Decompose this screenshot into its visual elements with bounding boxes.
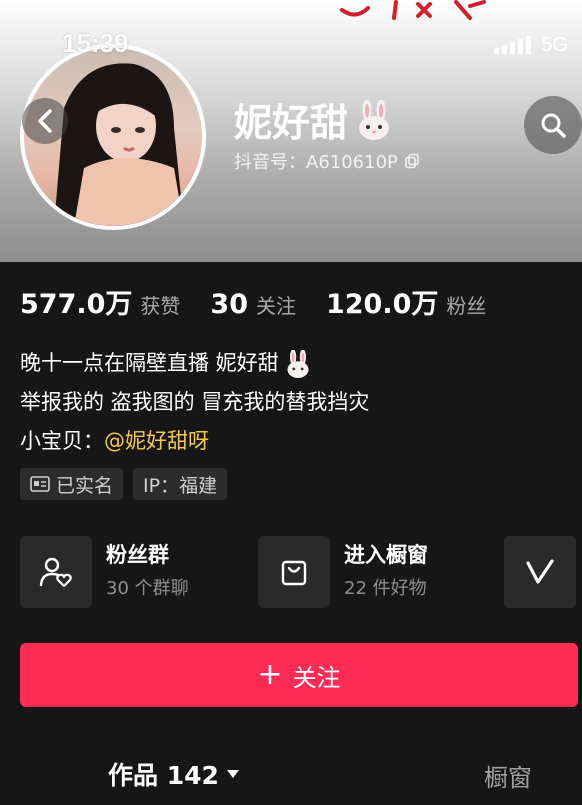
followers-count[interactable]: 120.0万: [326, 282, 438, 321]
fan-group-text: 粉丝群 30 个群聊: [106, 540, 189, 604]
fan-group-icon-box: [20, 536, 92, 608]
chevron-left-icon: [38, 109, 52, 133]
bio-line-2: 举报我的 盗我图的 冒充我的替我挡灾: [20, 390, 370, 414]
caret-down-icon: [226, 770, 239, 778]
status-indicators: 5G: [494, 34, 568, 56]
bio-line-1: 晚十一点在隔壁直播 妮好甜: [20, 344, 369, 383]
following-count[interactable]: 30: [210, 289, 248, 320]
bio-line-1-text: 晚十一点在隔壁直播 妮好甜: [20, 351, 279, 375]
verified-tag: 已实名: [20, 468, 124, 500]
verified-v-card[interactable]: [504, 536, 576, 608]
fan-group-subtitle: 30 个群聊: [106, 578, 189, 599]
douyin-id-text: 抖音号：A610610P: [234, 152, 398, 173]
profile-nickname: 妮好甜: [234, 92, 392, 147]
mention-link[interactable]: @妮好甜呀: [104, 422, 209, 461]
shop-window-card[interactable]: 进入橱窗 22 件好物: [258, 536, 428, 608]
profile-tags: 已实名 IP：福建: [20, 468, 228, 500]
signal-icon: [494, 36, 532, 54]
likes-label: 获赞: [140, 294, 181, 318]
shop-subtitle: 22 件好物: [344, 578, 427, 599]
search-icon: [541, 113, 566, 138]
profile-tabs: 作品 142 橱窗: [0, 750, 582, 805]
fan-group-title: 粉丝群: [106, 543, 169, 567]
id-card-icon: [30, 476, 50, 492]
copy-icon[interactable]: [404, 153, 420, 169]
handwritten-scribble: [340, 0, 486, 20]
followers-label[interactable]: 粉丝: [446, 290, 486, 319]
status-time: 15:39: [62, 28, 129, 58]
tab-works[interactable]: 作品 142: [108, 756, 241, 792]
network-type: 5G: [541, 34, 568, 56]
likes-count: 577.0万: [20, 289, 133, 320]
v-badge-icon: [526, 559, 554, 584]
following-label[interactable]: 关注: [256, 290, 296, 319]
tab-shop-window[interactable]: 橱窗: [484, 758, 532, 793]
profile-stats: 577.0万 获赞 30 关注 120.0万 粉丝: [20, 282, 486, 321]
bunny-emoji-icon: [359, 99, 390, 140]
nickname-text: 妮好甜: [234, 101, 349, 145]
search-button[interactable]: [524, 96, 582, 154]
fan-group-icon: [39, 557, 72, 588]
ip-location-label: IP：福建: [143, 474, 218, 497]
verified-tag-label: 已实名: [56, 474, 114, 497]
shop-title: 进入橱窗: [344, 543, 428, 567]
follow-button-label: 关注: [292, 663, 341, 692]
shopping-bag-icon: [281, 560, 307, 586]
follow-button[interactable]: + 关注: [20, 643, 578, 707]
fan-group-card[interactable]: 粉丝群 30 个群聊: [20, 536, 189, 608]
bunny-emoji-icon: [287, 349, 309, 378]
shop-icon-box: [258, 536, 330, 608]
plus-icon: +: [257, 657, 283, 692]
shop-text: 进入橱窗 22 件好物: [344, 540, 428, 604]
tab-works-label: 作品 142: [108, 761, 219, 790]
profile-bio: 晚十一点在隔壁直播 妮好甜 举报我的 盗我图的 冒充我的替我挡灾 小宝贝： @妮…: [20, 344, 369, 461]
douyin-id: 抖音号：A610610P: [234, 148, 420, 174]
feature-cards: 粉丝群 30 个群聊 进入橱窗 22 件好物: [20, 536, 582, 608]
bio-line-3-prefix: 小宝贝：: [20, 429, 104, 453]
bio-line-3: 小宝贝： @妮好甜呀: [20, 422, 369, 461]
back-button[interactable]: [22, 98, 68, 144]
ip-location-tag: IP：福建: [133, 468, 228, 500]
v-icon-box: [504, 536, 576, 608]
